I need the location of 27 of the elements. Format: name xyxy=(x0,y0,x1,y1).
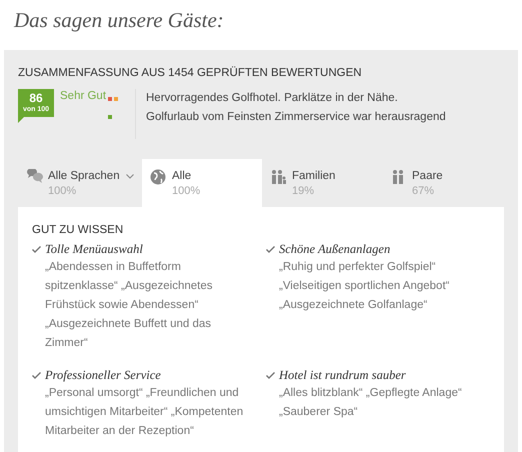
quote-text: „Personal umsorgt“ „Freundlichen und umsichtigen Mitarbeiter“ „Kompetenten Mitarbeiter an der Rezeption“ xyxy=(45,386,244,439)
check-icon xyxy=(266,246,275,253)
page-heading: Das sagen unsere Gäste: xyxy=(12,7,225,34)
globe-icon xyxy=(150,169,167,185)
item-title: Schöne Außenanlagen xyxy=(279,241,392,258)
caret-icon xyxy=(126,174,134,179)
score-value: 86 xyxy=(29,92,43,105)
highlight-text: Golfurlaub vom Feinsten Zimmerservice war herausragend xyxy=(146,110,446,124)
filter-tab[interactable]: Familien 19% xyxy=(262,159,382,207)
item-title: Tolle Menüauswahl xyxy=(45,241,144,258)
quote-text: „Abendessen in Buffetform spitzenklasse“ „Ausgezeichnetes Frühstück sowie Abendessen“ „Ausgezeichnete Buffett und das Zimmer“ xyxy=(45,260,214,351)
item-title: Professioneller Service xyxy=(45,367,162,384)
rating-label: Sehr Gut xyxy=(60,89,106,104)
check-icon xyxy=(32,372,41,379)
summary-title: ZUSAMMENFASSUNG AUS 1454 GEPRÜFTEN BEWERTUNGEN xyxy=(18,66,363,80)
section-title: GUT ZU WISSEN xyxy=(32,223,124,237)
quote-text: „Alles blitzblank“ „Gepflegte Anlage“ „Sauberer Spa“ xyxy=(279,386,463,420)
highlight-text: Hervorragendes Golfhotel. Parklätze in der Nähe. xyxy=(146,91,399,105)
filter-tab[interactable]: Alle 100% xyxy=(142,159,262,207)
family-icon xyxy=(270,169,287,185)
quote-text: „Ruhig und perfekter Golfspiel“ „Vielseitigen sportlichen Angebot“ „Ausgezeichnete Golfanlage“ xyxy=(279,260,450,313)
speech-bubbles-icon xyxy=(26,169,43,185)
filter-tab[interactable]: Paare 67% xyxy=(382,159,502,207)
item-title: Hotel ist rundrum sauber xyxy=(279,367,407,384)
check-icon xyxy=(32,246,41,253)
check-icon xyxy=(266,372,275,379)
filter-tab[interactable]: Alle Sprachen 100% xyxy=(18,159,142,207)
